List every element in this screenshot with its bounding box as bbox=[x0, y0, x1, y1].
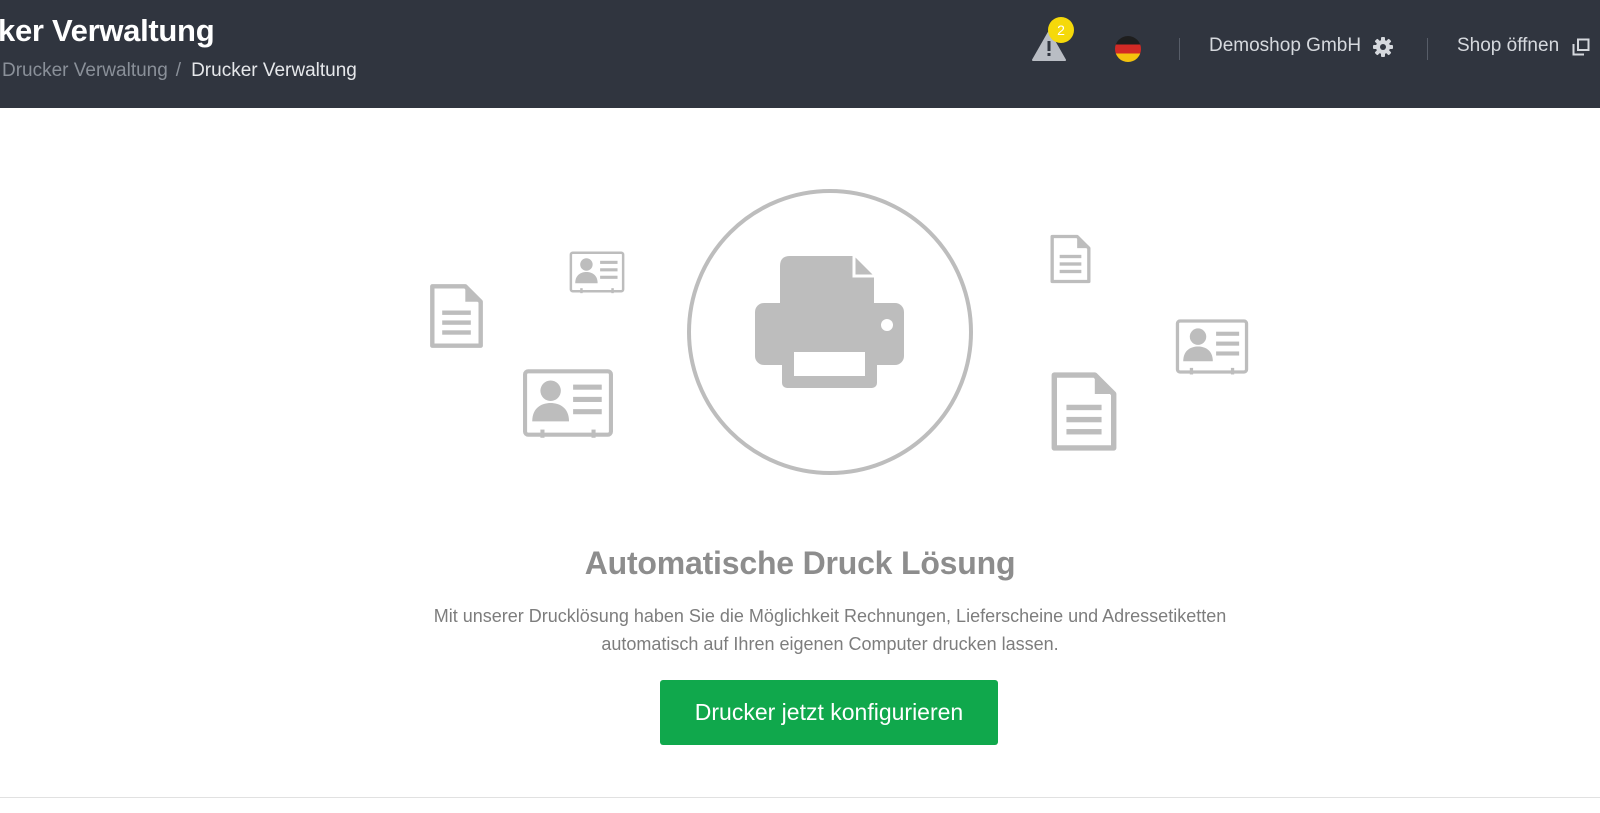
divider bbox=[0, 797, 1600, 798]
page-title: ker Verwaltung bbox=[0, 13, 215, 48]
breadcrumb-link[interactable]: Drucker Verwaltung bbox=[2, 60, 168, 81]
feature-heading: Automatische Druck Lösung bbox=[584, 545, 1016, 581]
printer-illustration bbox=[687, 189, 973, 475]
gear-icon[interactable] bbox=[1373, 37, 1393, 57]
external-link-icon[interactable] bbox=[1572, 38, 1590, 56]
shop-name-link[interactable]: Demoshop GmbH bbox=[1209, 35, 1361, 57]
feature-description: Mit unserer Drucklösung haben Sie die Mö… bbox=[380, 602, 1280, 658]
divider bbox=[1179, 38, 1180, 60]
id-card-icon bbox=[569, 250, 625, 294]
divider bbox=[1427, 38, 1428, 60]
description-line: Mit unserer Drucklösung haben Sie die Mö… bbox=[433, 606, 1227, 626]
breadcrumb-separator: / bbox=[175, 60, 182, 81]
document-icon bbox=[1049, 371, 1119, 452]
id-card-icon bbox=[1175, 318, 1249, 375]
alert-count-badge: 2 bbox=[1048, 17, 1074, 43]
configure-printer-button[interactable]: Drucker jetzt konfigurieren bbox=[660, 680, 998, 745]
id-card-icon bbox=[522, 368, 614, 438]
document-icon bbox=[428, 283, 485, 349]
breadcrumb: Drucker Verwaltung / Drucker Verwaltung bbox=[2, 60, 357, 82]
flag-germany-icon[interactable] bbox=[1115, 36, 1141, 62]
top-header: ker Verwaltung Drucker Verwaltung / Drucke… bbox=[0, 0, 1600, 108]
description-line: automatisch auf Ihren eigenen Computer d… bbox=[601, 634, 1059, 654]
open-shop-link[interactable]: Shop öffnen bbox=[1457, 35, 1559, 57]
breadcrumb-current: Drucker Verwaltung bbox=[191, 60, 357, 81]
document-icon bbox=[1049, 234, 1092, 284]
